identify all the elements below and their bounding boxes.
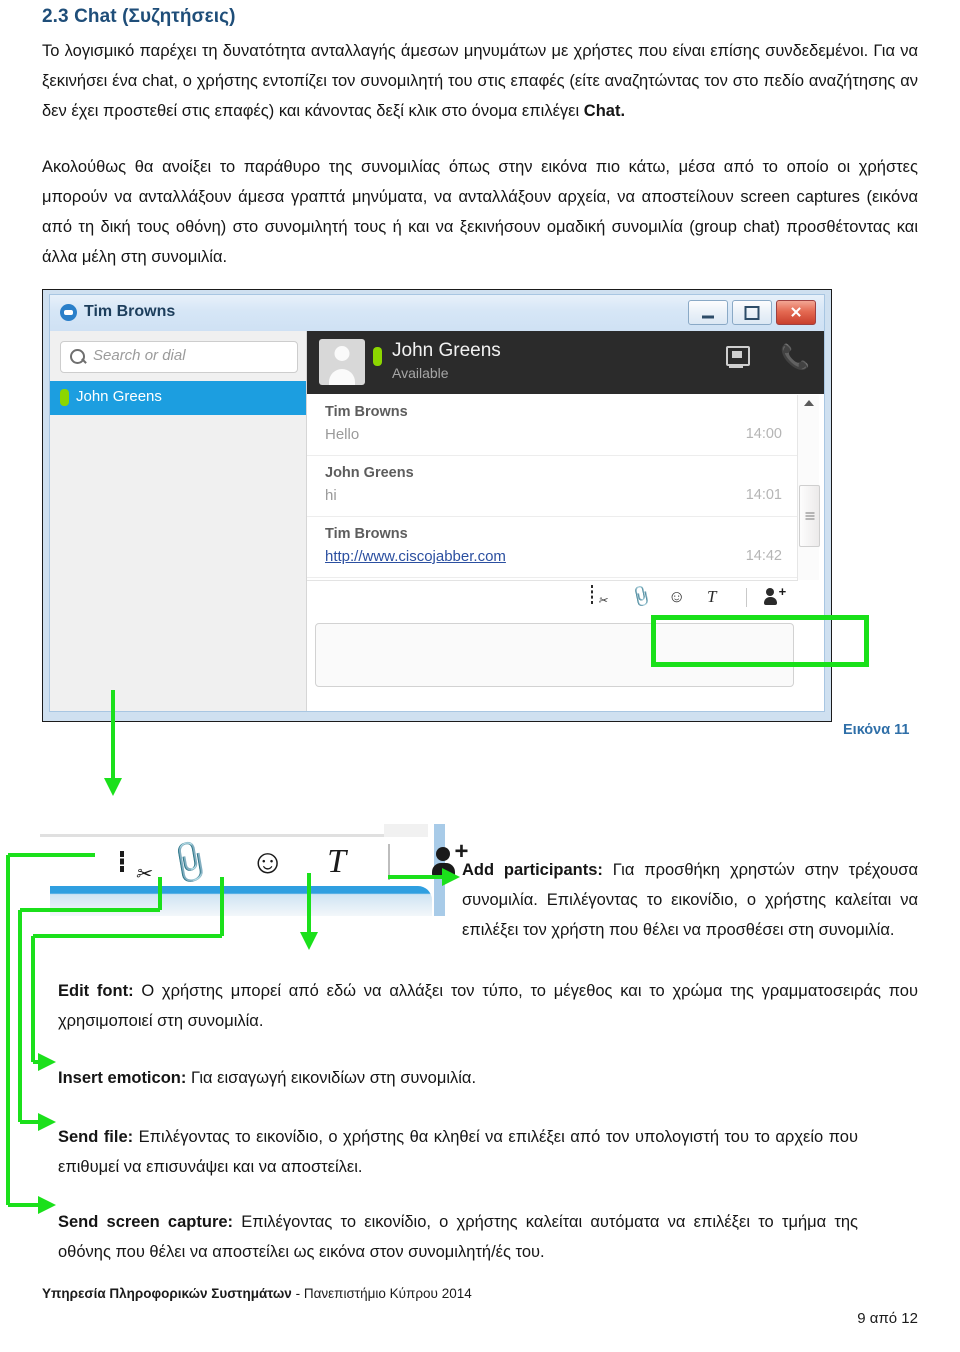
message-sender: John Greens — [325, 465, 414, 481]
maximize-icon — [744, 305, 760, 320]
send-screen-capture-icon[interactable] — [590, 585, 612, 608]
message-sender: Tim Browns — [325, 526, 408, 542]
conversation-header-actions: 📞 — [724, 345, 810, 371]
contacts-pane: Search or dial John Greens — [50, 331, 307, 711]
header-presence-available-icon — [373, 347, 382, 366]
page-number: 9 από 12 — [857, 1310, 918, 1327]
paragraph-chatwindow: Ακολούθως θα ανοίξει το παράθυρο της συν… — [42, 158, 918, 266]
window-controls: ✕ — [688, 300, 816, 325]
message-sender: Tim Browns — [325, 404, 408, 420]
window-title: Tim Browns — [84, 303, 176, 320]
enlarged-toolbar-panel: 📎 ☺ T + — [40, 816, 468, 916]
document-page: 2.3 Chat (Συζητήσεις) Το λογισμικό παρέχ… — [0, 0, 960, 1352]
enlarged-toolbar-icons: 📎 ☺ T + — [120, 836, 468, 888]
callout-title: Add participants: — [462, 860, 603, 879]
insert-emoticon-icon-large[interactable]: ☺ — [250, 845, 285, 879]
callout-title: Send screen capture: — [58, 1212, 234, 1231]
callout-insert-emoticon: Insert emoticon: Για εισαγωγή εικονιδίων… — [58, 1046, 918, 1109]
scroll-up-arrow-icon[interactable] — [803, 400, 814, 406]
jabber-screenshot-figure: Tim Browns ✕ Search or dial John Greens — [42, 289, 869, 722]
conversation-partner-status: Available — [392, 365, 449, 381]
toolbar-divider-large — [387, 844, 390, 880]
add-participants-icon[interactable]: + — [764, 585, 786, 607]
send-file-icon[interactable]: 📎 — [627, 584, 653, 609]
page-title: 2.3 Chat (Συζητήσεις) — [42, 6, 236, 27]
edit-font-icon-large[interactable]: T — [327, 845, 346, 879]
message-text: hi — [325, 487, 337, 504]
callout-title: Insert emoticon: — [58, 1068, 187, 1087]
footer-detail: - Πανεπιστήμιο Κύπρου 2014 — [291, 1286, 472, 1301]
paragraph-intro-text: Το λογισμικό παρέχει τη δυνατότητα ανταλ… — [42, 42, 918, 120]
callout-edit-font: Edit font: Ο χρήστης μπορεί από εδώ να α… — [58, 959, 918, 1052]
paragraph-intro: Το λογισμικό παρέχει τη δυνατότητα ανταλ… — [42, 36, 918, 126]
window-titlebar: Tim Browns ✕ — [50, 295, 824, 332]
callout-send-file: Send file: Επιλέγοντας το εικονίδιο, ο χ… — [58, 1105, 858, 1198]
message-text: Hello — [325, 426, 360, 443]
callout-send-screen-capture: Send screen capture: Επιλέγοντας το εικο… — [58, 1190, 858, 1283]
callout-title: Edit font: — [58, 981, 134, 1000]
footer-organization: Υπηρεσία Πληροφορικών Συστημάτων — [42, 1286, 292, 1301]
insert-emoticon-icon[interactable]: ☺ — [668, 586, 690, 608]
minimize-button[interactable] — [688, 300, 728, 325]
compose-toolbar-icons: 📎 ☺ T + — [590, 584, 786, 609]
conversation-header: John Greens Available 📞 — [307, 331, 824, 394]
message-time: 14:01 — [745, 487, 782, 503]
toolbar-divider — [746, 587, 747, 607]
search-icon — [70, 349, 85, 364]
callout-body: Επιλέγοντας το εικονίδιο, ο χρήστης θα κ… — [58, 1127, 858, 1176]
callout-body: Ο χρήστης μπορεί από εδώ να αλλάξει τον … — [58, 981, 919, 1030]
search-input[interactable]: Search or dial — [60, 341, 298, 373]
scrollbar-thumb[interactable] — [799, 485, 820, 547]
scrollbar-grip-icon — [805, 511, 814, 522]
call-phone-icon[interactable]: 📞 — [780, 345, 810, 371]
close-button[interactable]: ✕ — [776, 300, 816, 325]
edit-font-icon[interactable]: T — [707, 586, 729, 608]
toolbar-highlight-rectangle — [651, 615, 869, 667]
share-screen-icon[interactable] — [724, 345, 751, 371]
maximize-button[interactable] — [732, 300, 772, 325]
message-scrollbar[interactable] — [797, 395, 820, 580]
callout-body: Για εισαγωγή εικονιδίων στη συνομιλία. — [186, 1068, 477, 1087]
message-list: Tim Browns Hello 14:00 John Greens hi 14… — [307, 395, 798, 579]
paragraph-intro-bold: Chat. — [583, 102, 626, 120]
message-link[interactable]: http://www.ciscojabber.com — [325, 548, 506, 565]
send-file-icon-large[interactable]: 📎 — [160, 836, 213, 887]
minimize-icon — [702, 315, 714, 318]
message-row: John Greens hi 14:01 — [307, 456, 798, 517]
figure-caption: Εικόνα 11 — [843, 722, 910, 738]
panel-tab-stub — [384, 824, 428, 837]
message-row: Tim Browns Hello 14:00 — [307, 395, 798, 456]
message-time: 14:00 — [745, 426, 782, 442]
callout-title: Send file: — [58, 1127, 134, 1146]
document-text-block: 2.3 Chat (Συζητήσεις) Το λογισμικό παρέχ… — [42, 0, 918, 276]
compose-toolbar: 📎 ☺ T + — [307, 580, 798, 619]
presence-available-icon — [60, 389, 69, 406]
contact-name: John Greens — [76, 388, 162, 405]
send-screen-capture-icon-large[interactable] — [120, 851, 124, 872]
message-row: Tim Browns http://www.ciscojabber.com 14… — [307, 517, 798, 578]
close-icon: ✕ — [789, 304, 803, 321]
conversation-partner-name: John Greens — [392, 340, 501, 361]
panel-top-divider — [40, 834, 384, 837]
jabber-logo-icon — [60, 304, 77, 321]
avatar — [319, 339, 365, 385]
message-time: 14:42 — [745, 548, 782, 564]
contact-list-item-john-greens[interactable]: John Greens — [50, 381, 306, 415]
callout-add-participants: Add participants: Για προσθήκη χρηστών σ… — [462, 838, 918, 961]
search-placeholder: Search or dial — [93, 347, 186, 364]
panel-blue-bar — [50, 886, 432, 916]
page-footer: Υπηρεσία Πληροφορικών Συστημάτων - Πανεπ… — [42, 1286, 472, 1301]
